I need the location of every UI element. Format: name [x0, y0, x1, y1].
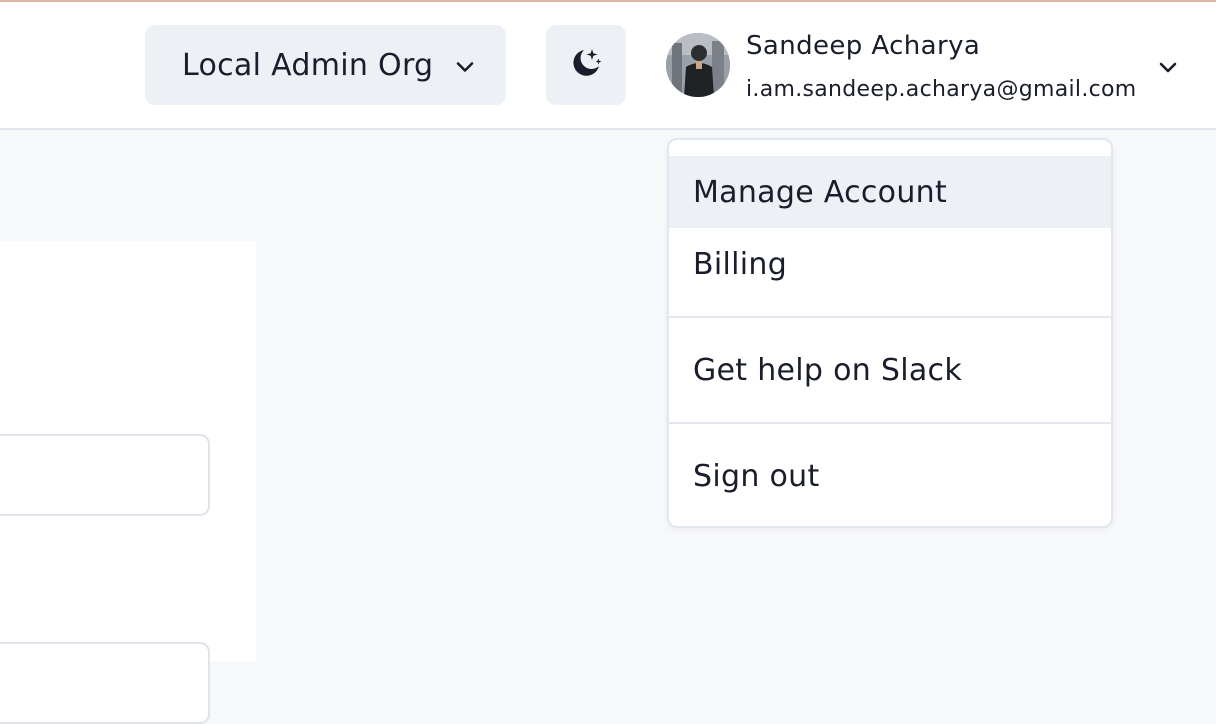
chevron-down-icon — [453, 55, 477, 79]
top-header: Local Admin Org Sandeep Acharya i.am.san… — [0, 2, 1216, 130]
content-card — [0, 241, 256, 724]
text-input-field[interactable] — [0, 642, 210, 724]
menu-divider — [669, 316, 1111, 318]
moon-stars-icon — [568, 45, 604, 85]
user-email: i.am.sandeep.acharya@gmail.com — [746, 77, 1137, 102]
org-selector-label: Local Admin Org — [182, 47, 434, 83]
text-input-field[interactable] — [0, 434, 210, 516]
menu-item-billing[interactable]: Billing — [669, 228, 1111, 300]
menu-divider — [669, 422, 1111, 424]
menu-item-slack-help[interactable]: Get help on Slack — [669, 334, 1111, 406]
menu-item-sign-out[interactable]: Sign out — [669, 440, 1111, 512]
org-selector-button[interactable]: Local Admin Org — [145, 25, 506, 105]
user-dropdown-menu: Manage Account Billing Get help on Slack… — [667, 138, 1113, 528]
menu-item-manage-account[interactable]: Manage Account — [669, 156, 1111, 228]
chevron-down-icon — [1155, 54, 1181, 80]
theme-toggle-button[interactable] — [546, 25, 626, 105]
user-name: Sandeep Acharya — [746, 31, 981, 61]
user-menu-button[interactable]: Sandeep Acharya i.am.sandeep.acharya@gma… — [665, 25, 1195, 107]
avatar — [666, 33, 730, 97]
